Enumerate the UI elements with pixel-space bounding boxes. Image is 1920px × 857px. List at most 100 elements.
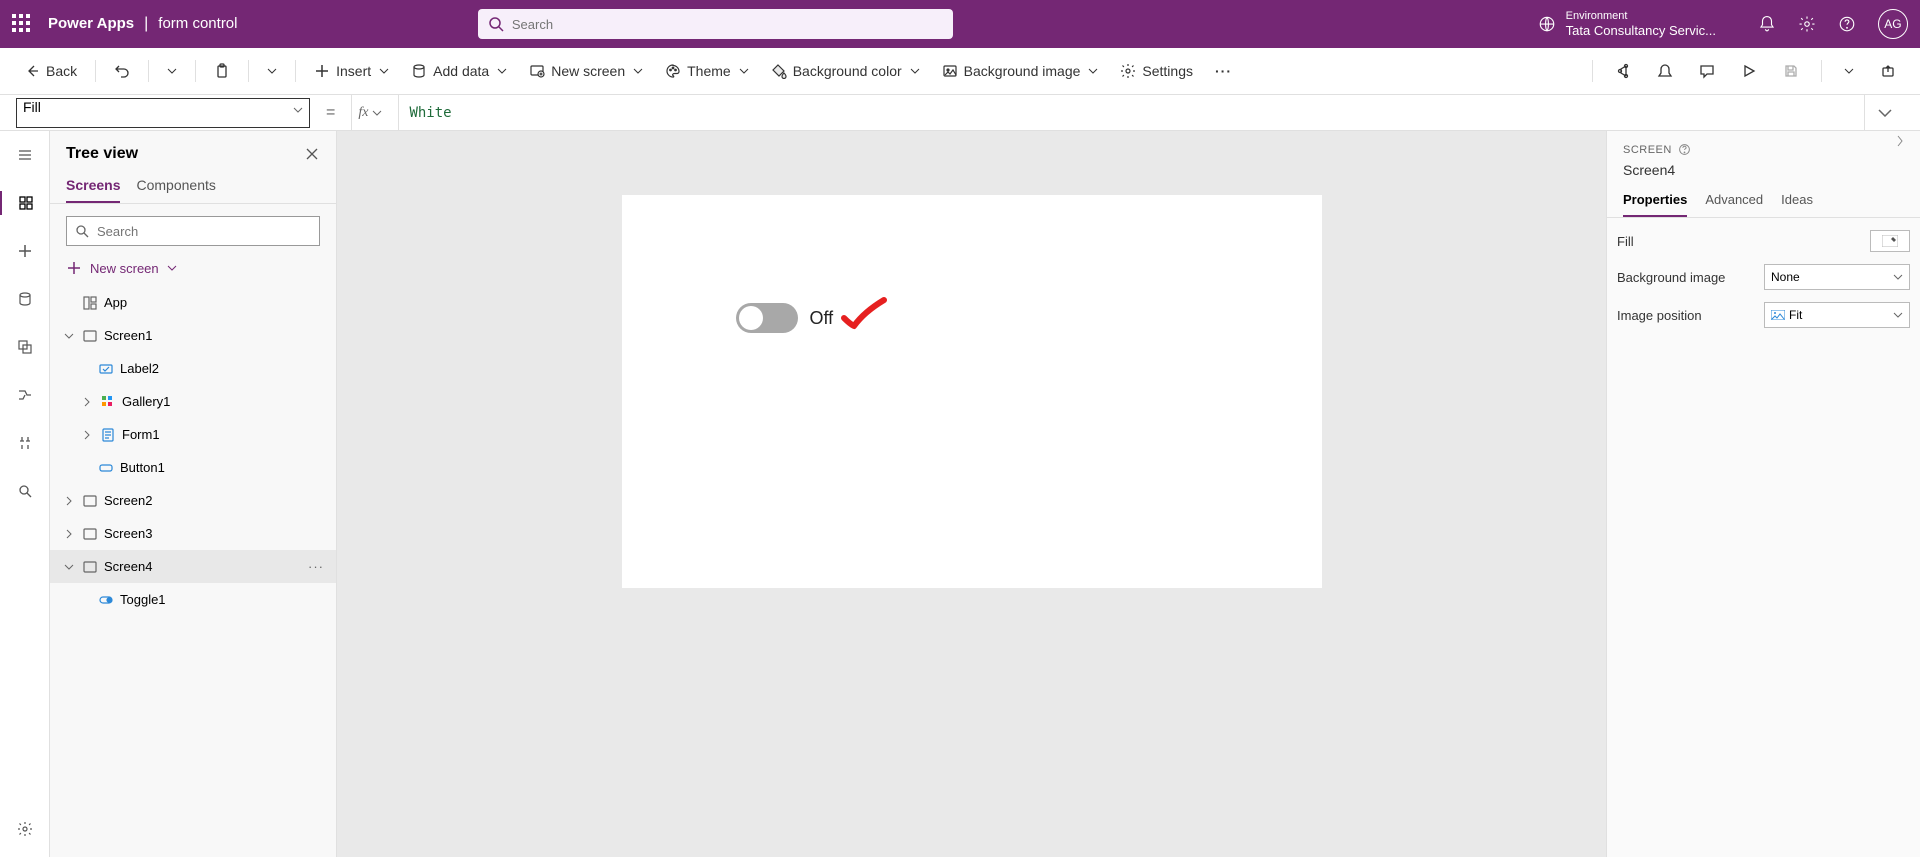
search-rail-icon[interactable] [0,479,49,503]
settings-button[interactable]: Settings [1112,57,1201,85]
tree-item-app[interactable]: App [50,286,336,319]
formula-input[interactable] [398,95,1854,130]
canvas-screen[interactable]: Off [622,195,1322,588]
tree-item-screen2[interactable]: Screen2 [50,484,336,517]
paste-button[interactable] [206,57,238,85]
header-icons: AG [1758,9,1908,39]
chevron-right-icon[interactable] [80,397,94,407]
back-button[interactable]: Back [16,57,85,85]
new-screen-link[interactable]: New screen [50,254,336,286]
tree-item-button1[interactable]: Button1 [50,451,336,484]
chevron-down-icon[interactable] [62,564,76,570]
save-icon[interactable] [1775,57,1807,85]
app-checker-icon[interactable] [1649,57,1681,85]
app-name: Power Apps [48,15,134,32]
toggle-track[interactable] [736,303,798,333]
chevron-down-icon [739,68,749,74]
tree-item-form1[interactable]: Form1 [50,418,336,451]
add-data-button[interactable]: Add data [403,57,515,85]
environment-icon [1538,15,1556,33]
tools-rail-icon[interactable] [0,431,49,455]
fill-bucket-icon [771,63,787,79]
toggle-control[interactable]: Off [736,303,834,333]
fill-color-button[interactable] [1870,230,1910,252]
data-icon [411,63,427,79]
help-icon[interactable] [1838,15,1856,33]
file-name[interactable]: form control [158,15,237,32]
theme-button[interactable]: Theme [657,57,757,85]
image-icon [942,63,958,79]
bg-image-label: Background image [1617,270,1756,285]
tree-item-screen4[interactable]: Screen4 ··· [50,550,336,583]
tab-advanced[interactable]: Advanced [1705,192,1763,217]
tab-ideas[interactable]: Ideas [1781,192,1813,217]
undo-icon [114,63,130,79]
bg-image-select[interactable]: None [1764,264,1910,290]
chevron-right-icon[interactable] [62,529,76,539]
more-button[interactable]: ··· [1207,57,1240,85]
label-icon [98,361,114,377]
background-image-button[interactable]: Background image [934,57,1107,85]
hamburger-icon[interactable] [0,143,49,167]
notifications-icon[interactable] [1758,15,1776,33]
tree-item-gallery1[interactable]: Gallery1 [50,385,336,418]
canvas-area[interactable]: Off [337,131,1606,857]
formula-bar: Fill = fx [0,95,1920,131]
main-area: Tree view Screens Components New screen … [0,131,1920,857]
img-pos-select[interactable]: Fit [1764,302,1910,328]
collapse-panel-icon[interactable] [1896,134,1904,148]
chevron-down-icon [293,107,303,113]
media-rail-icon[interactable] [0,335,49,359]
undo-dropdown[interactable] [159,62,185,80]
chevron-right-icon[interactable] [80,430,94,440]
tab-components[interactable]: Components [136,171,215,203]
background-color-button[interactable]: Background color [763,57,928,85]
tree-item-screen3[interactable]: Screen3 [50,517,336,550]
comments-icon[interactable] [1691,57,1723,85]
chevron-down-icon [372,110,382,116]
more-icon[interactable]: ··· [308,559,324,574]
app-title-block: Power Apps | form control [48,15,238,33]
tree-item-toggle1[interactable]: Toggle1 [50,583,336,616]
chevron-down-icon[interactable] [62,333,76,339]
gear-icon [1120,63,1136,79]
expand-formula-button[interactable] [1864,95,1904,130]
flow-rail-icon[interactable] [0,383,49,407]
tree-search-input[interactable] [66,216,320,246]
fx-button[interactable]: fx [351,95,388,130]
color-picker-icon [1882,235,1898,247]
paste-dropdown[interactable] [259,62,285,80]
close-icon[interactable] [304,146,320,162]
command-toolbar: Back Insert Add data New screen Theme Ba… [0,48,1920,95]
tree-item-screen1[interactable]: Screen1 [50,319,336,352]
tab-properties[interactable]: Properties [1623,192,1687,217]
tree-item-label2[interactable]: Label2 [50,352,336,385]
user-avatar[interactable]: AG [1878,9,1908,39]
preview-icon[interactable] [1733,57,1765,85]
plus-icon [314,63,330,79]
search-icon [488,16,504,32]
publish-dropdown[interactable] [1836,62,1862,80]
chevron-down-icon [167,265,177,271]
share-icon[interactable] [1607,57,1639,85]
search-input[interactable] [478,9,953,39]
undo-button[interactable] [106,57,138,85]
plus-icon [66,260,82,276]
property-selector[interactable]: Fill [16,98,310,128]
tab-screens[interactable]: Screens [66,171,120,203]
insert-button[interactable]: Insert [306,57,397,85]
form-icon [100,427,116,443]
equals-sign: = [326,104,335,122]
info-icon[interactable] [1678,143,1691,156]
new-screen-button[interactable]: New screen [521,57,651,85]
settings-rail-icon[interactable] [0,817,49,841]
waffle-icon[interactable] [12,14,32,34]
left-rail [0,131,50,857]
treeview-rail-icon[interactable] [0,191,49,215]
publish-icon[interactable] [1872,57,1904,85]
chevron-right-icon[interactable] [62,496,76,506]
insert-rail-icon[interactable] [0,239,49,263]
environment-selector[interactable]: Environment Tata Consultancy Servic... [1538,10,1716,39]
settings-gear-icon[interactable] [1798,15,1816,33]
data-rail-icon[interactable] [0,287,49,311]
